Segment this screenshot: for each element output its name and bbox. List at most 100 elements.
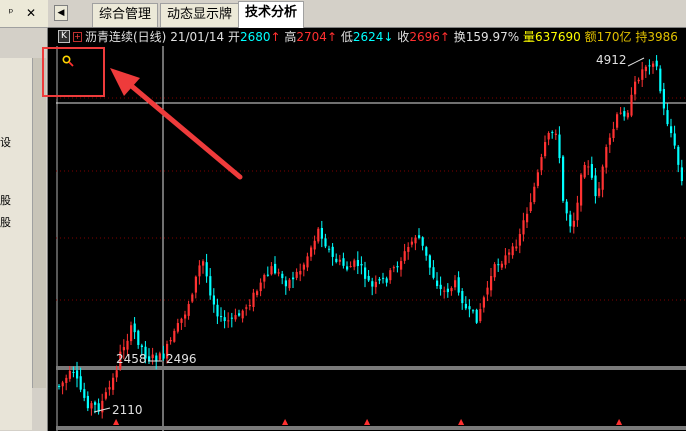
- candlestick: [673, 125, 676, 149]
- close-label: 收: [397, 30, 410, 44]
- k-line-badge[interactable]: K: [58, 30, 70, 43]
- turnover-value: 159.97%: [465, 30, 520, 44]
- candlestick: [288, 278, 291, 291]
- candlestick: [133, 317, 136, 340]
- candle-body: [673, 133, 676, 146]
- side-item-1[interactable]: 设: [0, 136, 11, 150]
- candlestick: [389, 267, 392, 284]
- candle-body: [508, 252, 511, 255]
- candle-body: [274, 263, 277, 274]
- tab-technical-analysis[interactable]: 技术分析: [238, 1, 305, 28]
- candlestick: [212, 288, 215, 313]
- candle-body: [410, 241, 413, 245]
- candlestick: [151, 347, 154, 365]
- candlestick: [292, 271, 295, 288]
- candle-body: [151, 354, 154, 359]
- candle-body: [338, 259, 341, 262]
- candle-body: [630, 94, 633, 116]
- side-item-3[interactable]: 股: [0, 216, 11, 230]
- candle-body: [241, 310, 244, 319]
- candle-body: [677, 146, 680, 165]
- candlestick: [576, 195, 579, 227]
- candle-body: [486, 287, 489, 295]
- pin-icon[interactable]: ᵖ: [3, 6, 19, 20]
- candlestick: [385, 276, 388, 287]
- candle-body: [371, 281, 374, 287]
- candle-body: [104, 392, 107, 399]
- candlestick: [594, 168, 597, 204]
- annotation-highlight-box: [42, 47, 105, 97]
- candle-body: [281, 273, 284, 279]
- candlestick: [295, 268, 298, 281]
- volume-separator: [56, 366, 686, 370]
- candlestick: [493, 262, 496, 281]
- candlestick: [562, 155, 565, 203]
- amount-label: 额: [584, 30, 597, 44]
- candlestick: [331, 243, 334, 266]
- candle-body: [482, 297, 485, 308]
- candle-body: [68, 370, 71, 379]
- side-item-2[interactable]: 股: [0, 194, 11, 208]
- tab-dynamic-board[interactable]: 动态显示牌: [160, 3, 240, 27]
- candlestick: [439, 276, 442, 296]
- candlestick: [245, 304, 248, 316]
- candlestick: [475, 308, 478, 324]
- candle-body: [389, 270, 392, 281]
- candle-body: [378, 278, 381, 281]
- candlestick-chart[interactable]: ▲ ▲ ▲ ▲ ▲: [56, 28, 686, 431]
- candlestick: [97, 398, 100, 415]
- candlestick: [299, 263, 302, 282]
- candlestick: [518, 228, 521, 254]
- candlestick: [554, 129, 557, 140]
- close-icon[interactable]: ✕: [23, 6, 39, 20]
- candle-body: [490, 276, 493, 291]
- candle-body: [400, 261, 403, 270]
- candle-body: [115, 370, 118, 378]
- candle-body: [583, 164, 586, 178]
- low-price-label: 2110: [112, 403, 143, 417]
- candle-body: [457, 277, 460, 293]
- candlestick: [569, 210, 572, 233]
- candle-body: [518, 234, 521, 246]
- candlestick: [76, 361, 79, 388]
- candle-body: [619, 112, 622, 114]
- candlestick: [353, 258, 356, 271]
- tab-scroll-left-button[interactable]: ◀: [54, 5, 68, 21]
- candle-body: [598, 188, 601, 196]
- candle-body: [468, 306, 471, 310]
- chart-area[interactable]: ▲ ▲ ▲ ▲ ▲ K + 沥青连续(日线) 21/01/14 开2680↑ 高2704…: [56, 28, 686, 431]
- candle-body: [432, 267, 435, 278]
- candle-body: [310, 247, 313, 257]
- candlestick: [461, 288, 464, 310]
- candle-body: [130, 325, 133, 342]
- candlestick: [479, 303, 482, 324]
- volume-value: 637690: [535, 30, 581, 44]
- candle-body: [421, 237, 424, 246]
- side-scrollbar[interactable]: [32, 58, 46, 388]
- candlestick: [407, 242, 410, 260]
- candlestick: [187, 300, 190, 320]
- open-value: 2680: [239, 30, 271, 44]
- candle-body: [122, 347, 125, 351]
- candle-body: [526, 213, 529, 223]
- candlestick: [432, 260, 435, 280]
- candlestick: [205, 253, 208, 283]
- candlestick: [342, 252, 345, 269]
- candlestick: [176, 318, 179, 334]
- candle-body: [198, 265, 201, 277]
- tab-overview[interactable]: 综合管理: [92, 3, 159, 27]
- candle-body: [569, 214, 572, 227]
- candle-body: [76, 370, 79, 379]
- candlestick: [335, 253, 338, 264]
- candlestick: [648, 59, 651, 75]
- candlestick: [508, 249, 511, 264]
- candlestick: [112, 373, 115, 395]
- candle-body: [396, 266, 399, 268]
- candle-body: [356, 259, 359, 267]
- candlestick: [619, 106, 622, 115]
- candlestick: [486, 280, 489, 302]
- expand-badge[interactable]: +: [73, 32, 82, 42]
- candlestick: [504, 247, 507, 269]
- candle-body: [403, 251, 406, 261]
- candle-body: [256, 291, 259, 296]
